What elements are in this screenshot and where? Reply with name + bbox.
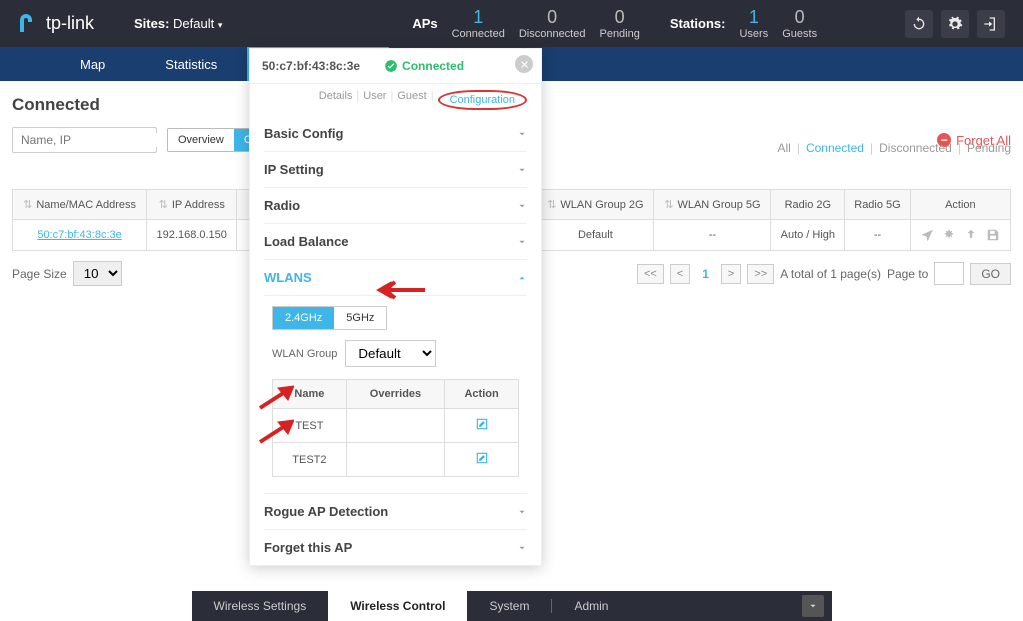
tab-guest[interactable]: Guest [397, 90, 426, 110]
check-icon [384, 59, 398, 73]
wlan-table: Name Overrides Action TEST TEST2 [272, 379, 519, 477]
wlan-col-action: Action [445, 380, 519, 409]
chevron-down-icon [517, 201, 527, 211]
brand-text: tp-link [46, 13, 94, 34]
col-r5[interactable]: Radio 5G [845, 190, 911, 220]
nav-statistics[interactable]: Statistics [135, 47, 247, 81]
bn-admin[interactable]: Admin [552, 591, 630, 621]
settings-icon[interactable] [942, 228, 956, 242]
edit-icon[interactable] [475, 417, 489, 431]
pager-total: A total of 1 page(s) [780, 267, 881, 281]
chevron-up-icon [517, 273, 527, 283]
pager-first[interactable]: << [637, 264, 664, 284]
filter-pending[interactable]: Pending [967, 141, 1011, 155]
band-5g[interactable]: 5GHz [334, 307, 386, 329]
pager-go[interactable]: GO [970, 263, 1011, 285]
pager-current: 1 [696, 267, 715, 281]
brand-logo: tp-link [16, 12, 94, 36]
filter-connected[interactable]: Connected [806, 141, 864, 155]
col-g5[interactable]: ⇅WLAN Group 5G [654, 190, 771, 220]
wlan-group-label: WLAN Group [272, 348, 337, 360]
panel-status: Connected [384, 59, 464, 73]
cell-g5: -- [654, 220, 771, 251]
status-filter: All| Connected| Disconnected| Pending [777, 141, 1011, 155]
pager-last[interactable]: >> [747, 264, 774, 284]
page-size-select[interactable]: 10 [73, 261, 122, 286]
panel-tabs: Details| User| Guest| Configuration [250, 84, 541, 116]
chevron-down-icon [517, 129, 527, 139]
pager-prev[interactable]: < [670, 264, 690, 284]
band-tabs: 2.4GHz 5GHz [272, 306, 387, 330]
locate-icon[interactable] [920, 228, 934, 242]
search-input-wrap [12, 127, 157, 153]
bn-wireless-control[interactable]: Wireless Control [328, 591, 467, 621]
settings-button[interactable] [941, 10, 969, 38]
tab-overview[interactable]: Overview [168, 129, 234, 151]
refresh-button[interactable] [905, 10, 933, 38]
chevron-down-icon [517, 237, 527, 247]
collapse-button[interactable] [802, 595, 824, 617]
aps-stats: APs 1Connected 0Disconnected 0Pending [412, 7, 640, 40]
col-g2[interactable]: ⇅WLAN Group 2G [537, 190, 654, 220]
acc-radio[interactable]: Radio [264, 188, 527, 224]
cell-mac[interactable]: 50:c7:bf:43:8c:3e [37, 229, 121, 241]
col-ip[interactable]: ⇅IP Address [147, 190, 237, 220]
annotation-arrow [375, 280, 425, 303]
cell-ip: 192.168.0.150 [147, 220, 237, 251]
filter-all[interactable]: All [777, 141, 790, 155]
pager-page-to: Page to [887, 267, 928, 281]
annotation-arrow [258, 384, 294, 413]
chevron-down-icon [517, 165, 527, 175]
filter-disconnected[interactable]: Disconnected [879, 141, 952, 155]
edit-icon[interactable] [475, 451, 489, 465]
acc-ip-setting[interactable]: IP Setting [264, 152, 527, 188]
chevron-down-icon [517, 543, 527, 553]
nav-map[interactable]: Map [50, 47, 135, 81]
bn-system[interactable]: System [467, 591, 551, 621]
chevron-down-icon [517, 507, 527, 517]
col-action: Action [910, 190, 1010, 220]
panel-mac: 50:c7:bf:43:8c:3e [262, 59, 360, 73]
tab-configuration[interactable]: Configuration [450, 94, 515, 106]
upgrade-icon[interactable] [964, 228, 978, 242]
search-input[interactable] [21, 133, 176, 147]
wlan-name: TEST2 [273, 443, 347, 477]
save-icon[interactable] [986, 228, 1000, 242]
band-2g[interactable]: 2.4GHz [273, 307, 334, 329]
col-name[interactable]: ⇅Name/MAC Address [13, 190, 147, 220]
wlan-col-overrides: Overrides [346, 380, 444, 409]
stations-stats: Stations: 1Users 0Guests [670, 7, 817, 40]
close-button[interactable] [515, 55, 533, 73]
annotation-arrow [258, 418, 294, 447]
cell-r2: Auto / High [771, 220, 845, 251]
wlan-row: TEST [273, 409, 519, 443]
logout-button[interactable] [977, 10, 1005, 38]
acc-basic-config[interactable]: Basic Config [264, 116, 527, 152]
acc-load-balance[interactable]: Load Balance [264, 224, 527, 260]
ap-detail-panel: 50:c7:bf:43:8c:3e Connected Details| Use… [249, 48, 542, 566]
acc-rogue-ap[interactable]: Rogue AP Detection [264, 494, 527, 530]
bn-wireless-settings[interactable]: Wireless Settings [192, 591, 329, 621]
annotation-circle: Configuration [438, 90, 527, 110]
pager-next[interactable]: > [721, 264, 741, 284]
close-icon [520, 60, 529, 69]
tab-details[interactable]: Details [319, 90, 353, 110]
acc-forget-ap[interactable]: Forget this AP [264, 530, 527, 565]
wlan-group-select[interactable]: Default [345, 340, 436, 367]
col-r2[interactable]: Radio 2G [771, 190, 845, 220]
tab-user[interactable]: User [363, 90, 386, 110]
wlan-section: 2.4GHz 5GHz WLAN Group Default Name Over… [264, 296, 527, 494]
site-selector[interactable]: Sites: Default ▾ [134, 16, 222, 31]
chevron-down-icon [808, 601, 818, 611]
cell-r5: -- [845, 220, 911, 251]
cell-g2: Default [537, 220, 654, 251]
top-bar: tp-link Sites: Default ▾ APs 1Connected … [0, 0, 1023, 47]
bottom-nav: Wireless Settings Wireless Control Syste… [192, 591, 832, 621]
pager-input[interactable] [934, 262, 964, 285]
wlan-row: TEST2 [273, 443, 519, 477]
page-size-label: Page Size [12, 267, 67, 281]
tp-link-icon [16, 12, 40, 36]
